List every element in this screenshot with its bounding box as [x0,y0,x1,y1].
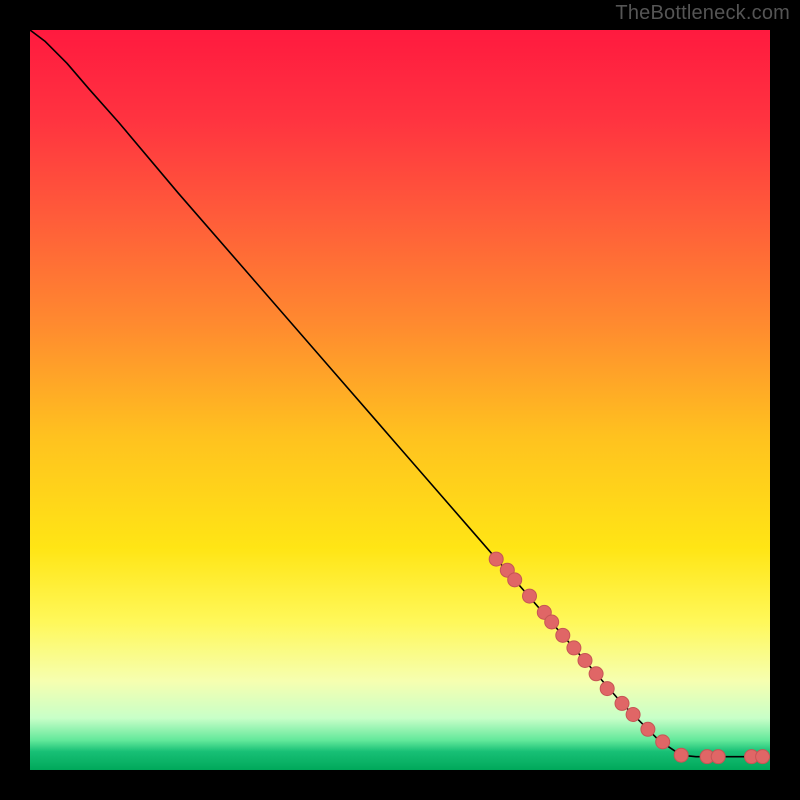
plot-area [30,30,770,770]
data-marker [556,628,570,642]
data-marker [626,708,640,722]
data-marker [578,653,592,667]
chart-svg [30,30,770,770]
data-marker [641,722,655,736]
data-marker [756,750,770,764]
data-marker [711,750,725,764]
attribution-text: TheBottleneck.com [615,2,790,25]
chart-stage: TheBottleneck.com [0,0,800,800]
data-marker [567,641,581,655]
data-marker [600,682,614,696]
data-marker [674,748,688,762]
data-marker [589,667,603,681]
data-marker [523,589,537,603]
data-marker [489,552,503,566]
data-marker [545,615,559,629]
data-marker [656,735,670,749]
data-marker [615,696,629,710]
data-marker [508,573,522,587]
gradient-background [30,30,770,770]
